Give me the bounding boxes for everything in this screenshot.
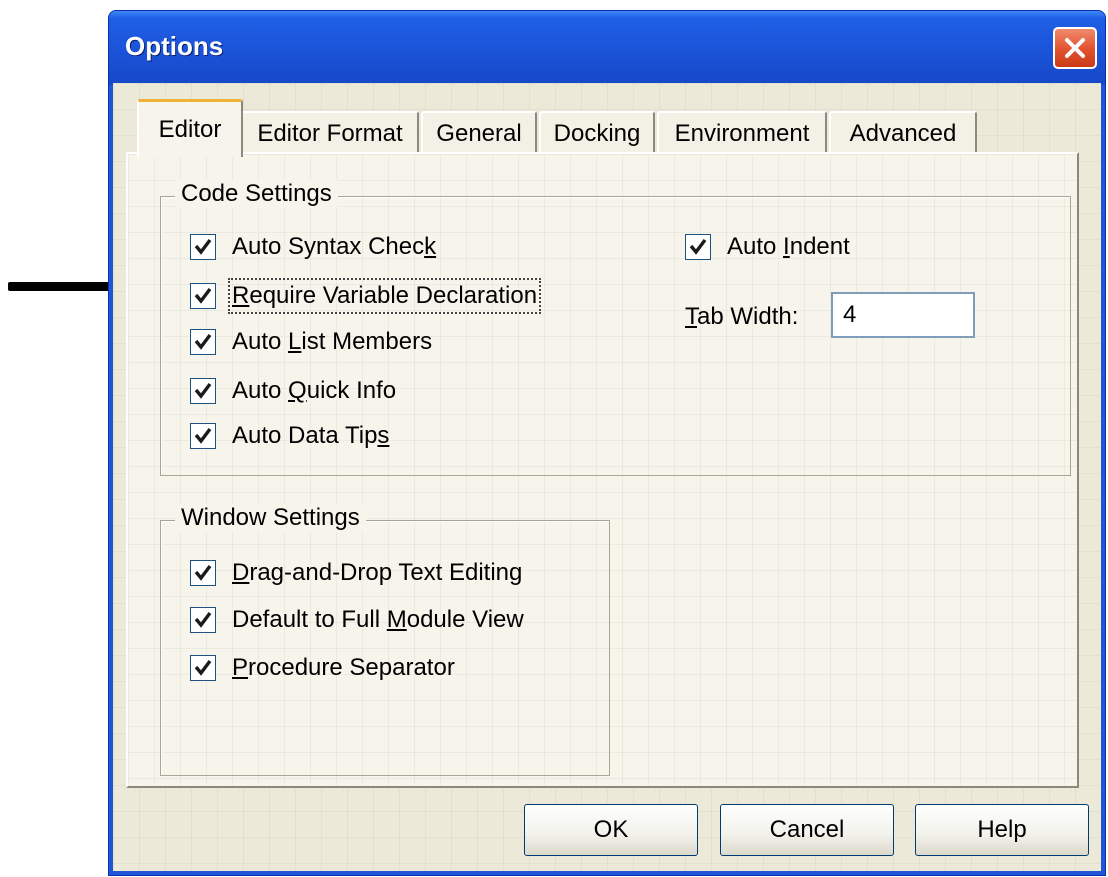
auto-data-tips-label: Auto Data Tips (232, 422, 390, 449)
window-title: Options (125, 31, 224, 61)
checkmark-icon (194, 382, 212, 399)
ok-button[interactable]: OK (524, 804, 698, 856)
checkmark-icon (689, 238, 707, 255)
auto-data-tips-box[interactable] (190, 423, 216, 449)
ok-button-label: OK (593, 816, 629, 843)
tab-general[interactable]: General (421, 111, 537, 154)
title-bar[interactable]: Options (109, 11, 1105, 85)
auto-list-members-checkbox[interactable]: Auto List Members (190, 328, 432, 356)
tab-editor-format-label: Editor Format (257, 119, 403, 147)
auto-syntax-check-box[interactable] (190, 234, 216, 260)
dialog-body: Editor Editor Format General Docking Env… (113, 83, 1101, 871)
auto-data-tips-checkbox[interactable]: Auto Data Tips (190, 422, 389, 450)
checkmark-icon (194, 659, 212, 676)
close-icon (1065, 38, 1085, 58)
require-variable-declaration-label: Require Variable Declaration (227, 278, 542, 314)
tab-docking[interactable]: Docking (539, 111, 655, 154)
checkmark-icon (194, 427, 212, 444)
full-module-view-box[interactable] (190, 607, 216, 633)
help-button[interactable]: Help (915, 804, 1089, 856)
drag-and-drop-editing-label: Drag-and-Drop Text Editing (232, 559, 523, 586)
checkmark-icon (194, 564, 212, 581)
help-button-label: Help (977, 816, 1027, 843)
procedure-separator-checkbox[interactable]: Procedure Separator (190, 654, 455, 682)
auto-list-members-label: Auto List Members (232, 328, 433, 355)
auto-quick-info-label: Auto Quick Info (232, 377, 397, 404)
tab-editor[interactable]: Editor (137, 99, 243, 157)
cancel-button-label: Cancel (769, 816, 845, 843)
drag-and-drop-editing-box[interactable] (190, 560, 216, 586)
require-variable-declaration-checkbox[interactable]: Require Variable Declaration (190, 278, 542, 314)
auto-syntax-check-label: Auto Syntax Check (232, 233, 437, 260)
close-button[interactable] (1053, 27, 1097, 69)
tab-environment[interactable]: Environment (657, 111, 827, 154)
cancel-button[interactable]: Cancel (720, 804, 894, 856)
tab-width-input[interactable] (831, 292, 975, 338)
code-settings-title: Code Settings (175, 180, 338, 208)
drag-and-drop-editing-checkbox[interactable]: Drag-and-Drop Text Editing (190, 559, 522, 587)
full-module-view-checkbox[interactable]: Default to Full Module View (190, 606, 524, 634)
auto-indent-box[interactable] (685, 234, 711, 260)
tab-editor-label: Editor (158, 115, 222, 143)
procedure-separator-label: Procedure Separator (232, 654, 455, 681)
checkmark-icon (194, 287, 212, 304)
auto-quick-info-box[interactable] (190, 378, 216, 404)
procedure-separator-box[interactable] (190, 655, 216, 681)
tab-environment-label: Environment (674, 119, 810, 147)
auto-indent-label: Auto Indent (727, 233, 850, 260)
auto-syntax-check-checkbox[interactable]: Auto Syntax Check (190, 233, 436, 261)
tab-advanced-label: Advanced (849, 119, 957, 147)
tab-width-label: Tab Width: (685, 303, 799, 330)
checkmark-icon (194, 333, 212, 350)
tab-advanced[interactable]: Advanced (829, 111, 977, 154)
auto-indent-checkbox[interactable]: Auto Indent (685, 233, 850, 261)
tab-docking-label: Docking (553, 119, 641, 147)
window-settings-title: Window Settings (175, 504, 366, 532)
tab-general-label: General (436, 119, 522, 147)
auto-quick-info-checkbox[interactable]: Auto Quick Info (190, 377, 396, 405)
require-variable-declaration-box[interactable] (190, 283, 216, 309)
full-module-view-label: Default to Full Module View (232, 606, 524, 633)
checkmark-icon (194, 611, 212, 628)
tab-editor-format[interactable]: Editor Format (241, 111, 419, 154)
checkmark-icon (194, 238, 212, 255)
options-dialog: Options Editor Editor Format General Doc… (108, 10, 1106, 876)
auto-list-members-box[interactable] (190, 329, 216, 355)
editor-tab-panel: Code Settings Auto Syntax Check Require … (126, 152, 1079, 788)
